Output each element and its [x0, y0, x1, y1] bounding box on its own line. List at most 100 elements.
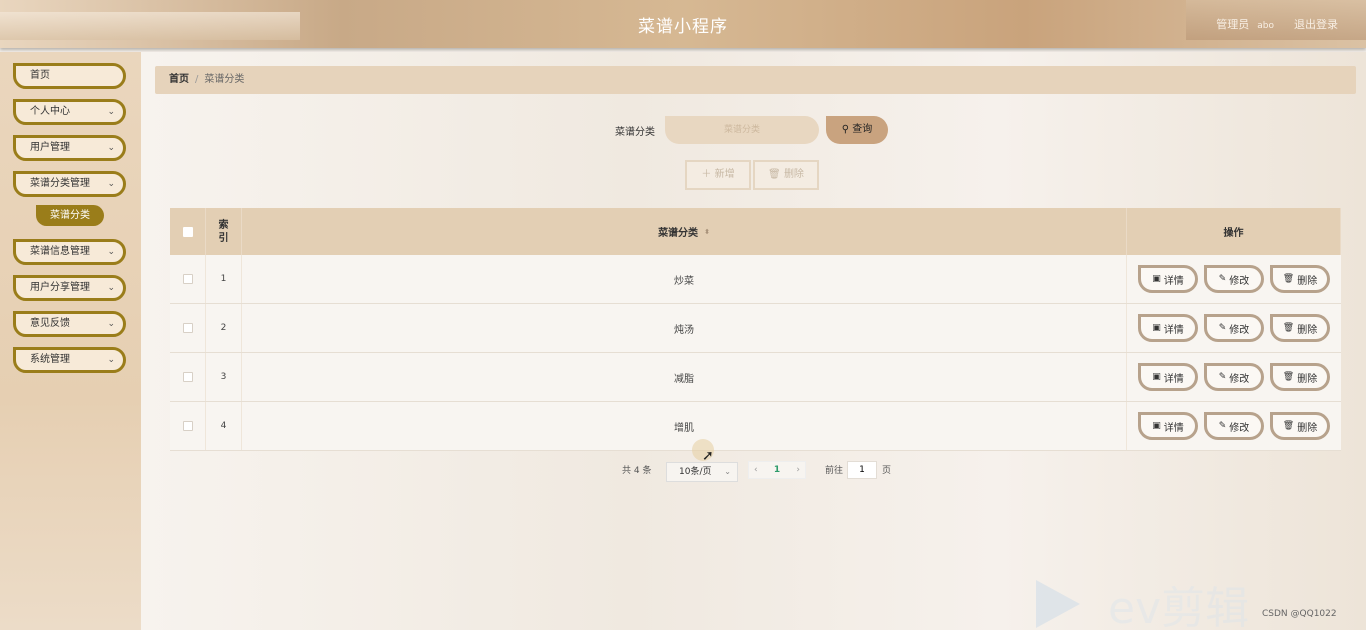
- sidebar-item-home[interactable]: 首页: [13, 63, 126, 89]
- sidebar-item-label: 首页: [30, 70, 50, 81]
- detail-button[interactable]: ▣ 详情: [1138, 412, 1198, 440]
- row-select[interactable]: [170, 353, 206, 401]
- detail-label: 详情: [1163, 275, 1184, 287]
- detail-button[interactable]: ▣ 详情: [1138, 265, 1198, 293]
- chevron-down-icon: ⌄: [107, 143, 115, 153]
- app-header: 菜谱小程序 管理员 abo 退出登录: [0, 0, 1366, 48]
- detail-button[interactable]: ▣ 详情: [1138, 363, 1198, 391]
- breadcrumb-home[interactable]: 首页: [169, 74, 189, 85]
- mouse-cursor-icon: ➚: [702, 448, 714, 464]
- sidebar-item-recipe-category-mgmt[interactable]: 菜谱分类管理 ⌄: [13, 171, 126, 197]
- document-icon: ▣: [1152, 372, 1161, 382]
- prev-page-icon[interactable]: ‹: [754, 465, 758, 475]
- header-name-label: 菜谱分类: [658, 228, 699, 239]
- sidebar-item-system-mgmt[interactable]: 系统管理 ⌄: [13, 347, 126, 373]
- header-index-label: 索引: [218, 219, 229, 244]
- pencil-icon: ✎: [1218, 421, 1227, 431]
- sidebar-item-label: 系统管理: [30, 354, 70, 365]
- table-row: 3 减脂 ▣ 详情 ✎ 修改 🗑 删除: [170, 353, 1341, 402]
- delete-button[interactable]: 🗑 删除: [1270, 363, 1330, 391]
- row-ops: ▣ 详情 ✎ 修改 🗑 删除: [1127, 255, 1341, 303]
- chevron-down-icon: ⌄: [724, 467, 731, 476]
- row-checkbox[interactable]: [182, 372, 193, 382]
- breadcrumb-separator: /: [195, 74, 199, 85]
- delete-button[interactable]: 🗑 删除: [1270, 314, 1330, 342]
- document-icon: ▣: [1152, 421, 1161, 431]
- sidebar-item-profile[interactable]: 个人中心 ⌄: [13, 99, 126, 125]
- user-name: abo: [1257, 21, 1274, 31]
- delete-label: 删除: [1297, 324, 1318, 336]
- page-size-value: 10条/页: [679, 467, 712, 477]
- logout-button[interactable]: 退出登录: [1294, 16, 1338, 32]
- trash-icon: 🗑: [1282, 421, 1295, 431]
- row-select[interactable]: [170, 255, 206, 303]
- user-role: 管理员: [1216, 18, 1250, 31]
- search-icon: ⚲: [841, 124, 850, 135]
- chevron-down-icon: ⌄: [107, 355, 115, 365]
- delete-button[interactable]: 🗑 删除: [1270, 265, 1330, 293]
- pencil-icon: ✎: [1218, 372, 1227, 382]
- pencil-icon: ✎: [1218, 274, 1227, 284]
- watermark-credit: CSDN @QQ1022: [1262, 609, 1337, 619]
- page-size-select[interactable]: 10条/页 ⌄: [666, 462, 738, 482]
- sidebar-item-users[interactable]: 用户管理 ⌄: [13, 135, 126, 161]
- chevron-down-icon: ⌄: [107, 247, 115, 257]
- row-name: 炒菜: [242, 255, 1127, 303]
- sidebar-item-label: 用户分享管理: [30, 282, 90, 293]
- detail-label: 详情: [1163, 422, 1184, 434]
- row-index: 2: [206, 304, 242, 352]
- search-input[interactable]: [665, 116, 819, 144]
- pager-total: 共 4 条: [622, 466, 652, 476]
- sidebar-item-label: 意见反馈: [30, 318, 70, 329]
- header-ops-label: 操作: [1223, 228, 1244, 239]
- next-page-icon[interactable]: ›: [796, 465, 800, 475]
- edit-button[interactable]: ✎ 修改: [1204, 265, 1264, 293]
- edit-label: 修改: [1229, 324, 1250, 336]
- row-ops: ▣ 详情 ✎ 修改 🗑 删除: [1127, 353, 1341, 401]
- query-button[interactable]: ⚲ 查询: [826, 116, 888, 144]
- chevron-down-icon: ⌄: [107, 107, 115, 117]
- sidebar: 首页 个人中心 ⌄ 用户管理 ⌄ 菜谱分类管理 ⌄ 菜谱分类 菜谱信息管理 ⌄ …: [0, 52, 141, 630]
- row-checkbox[interactable]: [182, 323, 193, 333]
- add-button[interactable]: ＋ 新增: [685, 160, 751, 190]
- breadcrumb: 首页 / 菜谱分类: [155, 66, 1356, 94]
- edit-button[interactable]: ✎ 修改: [1204, 314, 1264, 342]
- sidebar-item-label: 菜谱分类管理: [30, 178, 90, 189]
- add-button-label: 新增: [714, 169, 735, 180]
- batch-delete-button[interactable]: 🗑 删除: [753, 160, 819, 190]
- search-label: 菜谱分类: [615, 127, 655, 138]
- row-index: 4: [206, 402, 242, 450]
- row-index: 3: [206, 353, 242, 401]
- delete-label: 删除: [1297, 422, 1318, 434]
- sidebar-item-user-share-mgmt[interactable]: 用户分享管理 ⌄: [13, 275, 126, 301]
- select-all-checkbox[interactable]: [182, 226, 193, 237]
- trash-icon: 🗑: [1282, 323, 1295, 333]
- sort-icon[interactable]: ⬍: [704, 228, 710, 236]
- header-name[interactable]: 菜谱分类 ⬍: [242, 208, 1127, 255]
- delete-label: 删除: [1297, 275, 1318, 287]
- edit-button[interactable]: ✎ 修改: [1204, 363, 1264, 391]
- pager-goto-label: 前往: [825, 466, 844, 476]
- row-select[interactable]: [170, 402, 206, 450]
- row-name: 炖汤: [242, 304, 1127, 352]
- table-row: 4 增肌 ▣ 详情 ✎ 修改 🗑 删除: [170, 402, 1341, 451]
- row-ops: ▣ 详情 ✎ 修改 🗑 删除: [1127, 402, 1341, 450]
- edit-button[interactable]: ✎ 修改: [1204, 412, 1264, 440]
- goto-page-input[interactable]: [847, 461, 877, 479]
- header-select-all[interactable]: [170, 208, 206, 255]
- document-icon: ▣: [1152, 323, 1161, 333]
- row-select[interactable]: [170, 304, 206, 352]
- user-info: 管理员 abo: [1216, 16, 1274, 32]
- sidebar-subitem-recipe-category[interactable]: 菜谱分类: [36, 205, 104, 226]
- row-checkbox[interactable]: [182, 421, 193, 431]
- main-content: 首页/菜谱分类 菜谱分类 ⚲ 查询 ＋ 新增 🗑 删除 索引 菜谱分类⬍ 操作 …: [141, 52, 1366, 630]
- sidebar-item-feedback[interactable]: 意见反馈 ⌄: [13, 311, 126, 337]
- row-checkbox[interactable]: [182, 274, 193, 284]
- delete-button[interactable]: 🗑 删除: [1270, 412, 1330, 440]
- detail-button[interactable]: ▣ 详情: [1138, 314, 1198, 342]
- category-table: 索引 菜谱分类 ⬍ 操作 1 炒菜 ▣ 详情 ✎ 修改 🗑 删除 2 炖汤 ▣ 详情 ✎ 修…: [170, 208, 1341, 451]
- sidebar-item-recipe-info-mgmt[interactable]: 菜谱信息管理 ⌄: [13, 239, 126, 265]
- page-number-current[interactable]: 1: [774, 465, 780, 475]
- trash-icon: 🗑: [768, 169, 781, 180]
- sidebar-item-label: 个人中心: [30, 106, 70, 117]
